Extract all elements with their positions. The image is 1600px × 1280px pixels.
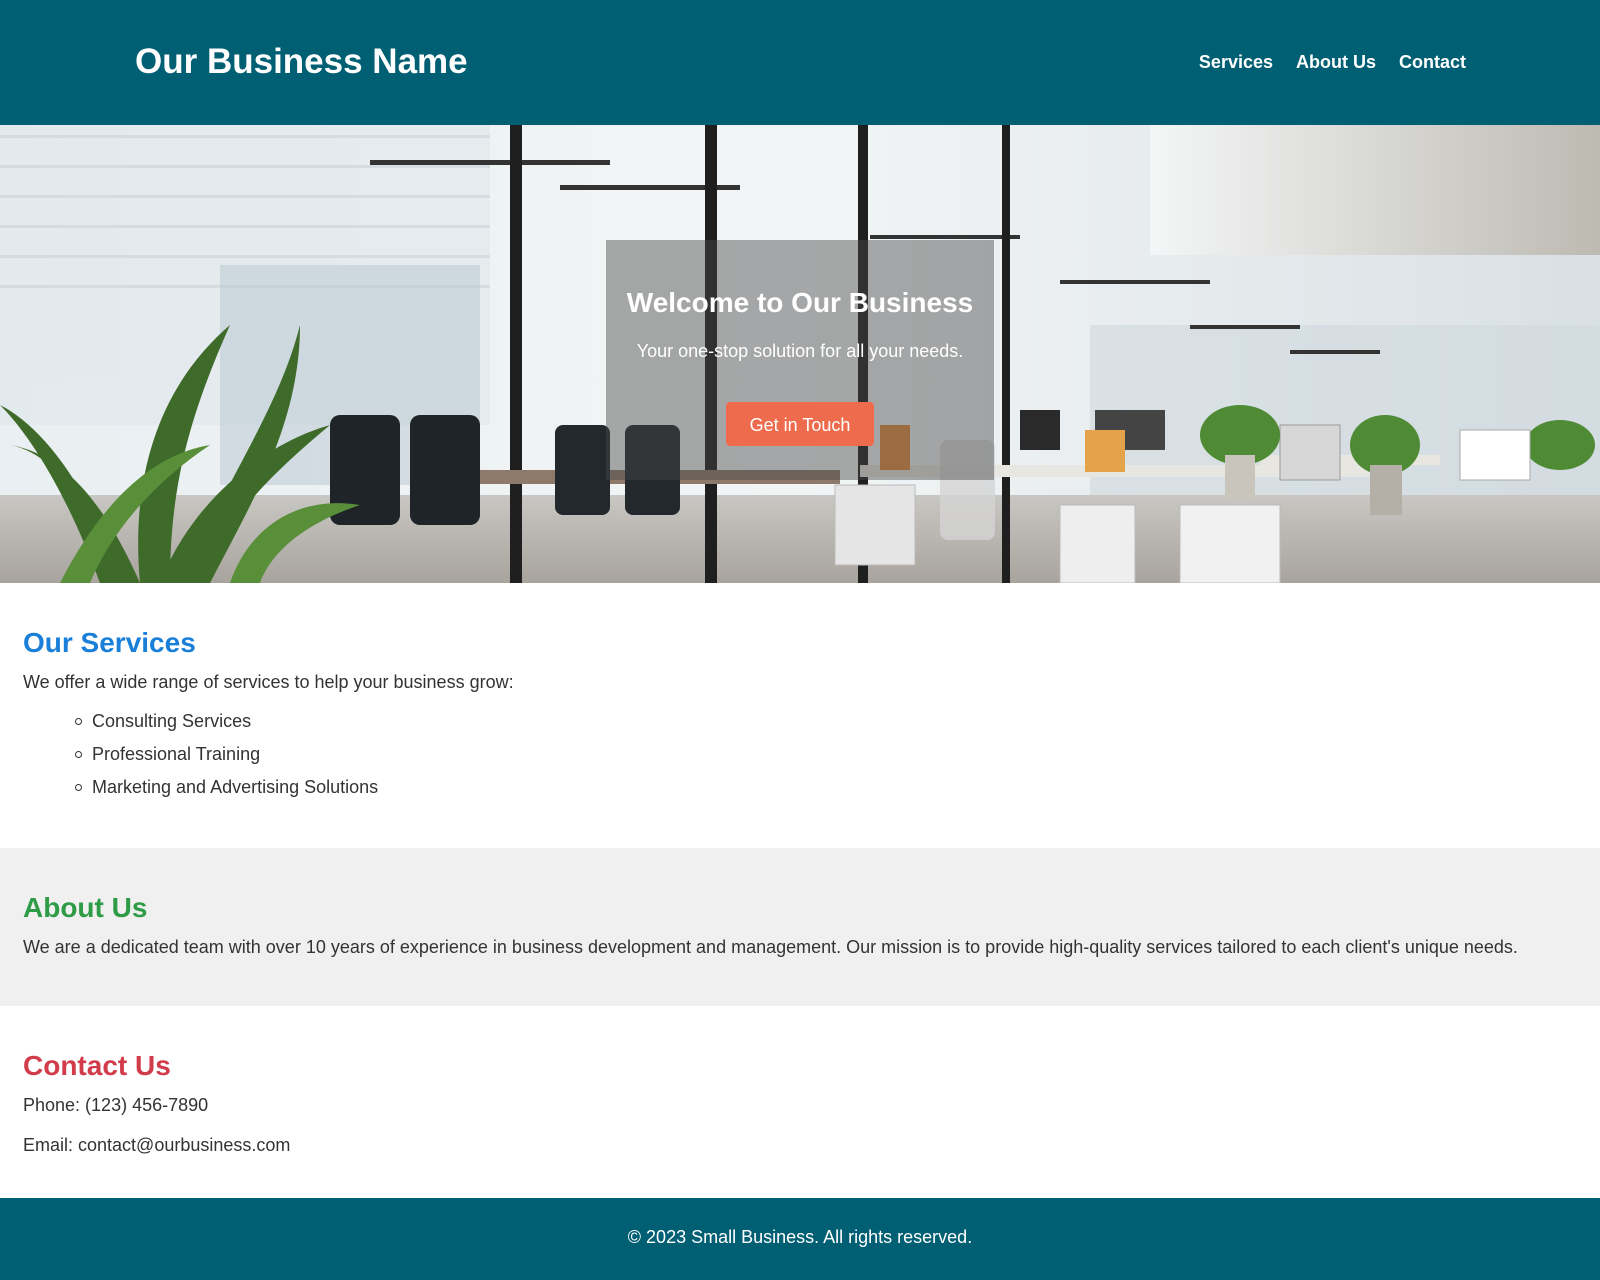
site-footer: © 2023 Small Business. All rights reserv… — [0, 1198, 1600, 1280]
about-text: We are a dedicated team with over 10 yea… — [23, 937, 1518, 957]
service-item-label: Professional Training — [92, 744, 261, 764]
circle-bullet-icon — [75, 751, 82, 758]
circle-bullet-icon — [75, 718, 82, 725]
hero-title: Welcome to Our Business — [626, 287, 974, 318]
services-heading: Our Services — [23, 627, 196, 658]
hero-section: Welcome to Our Business Your one-stop so… — [0, 125, 1600, 583]
footer-copyright: © 2023 Small Business. All rights reserv… — [627, 1227, 973, 1247]
list-item: Consulting Services — [75, 709, 378, 742]
contact-heading: Contact Us — [23, 1050, 171, 1081]
about-section: About Us We are a dedicated team with ov… — [0, 848, 1600, 1006]
about-heading: About Us — [23, 892, 148, 923]
services-section: Our Services We offer a wide range of se… — [0, 583, 1600, 848]
site-header: Our Business Name Services About Us Cont… — [0, 0, 1600, 125]
hero-subtitle: Your one-stop solution for all your need… — [636, 341, 964, 361]
contact-phone: Phone: (123) 456-7890 — [23, 1095, 209, 1115]
list-item: Marketing and Advertising Solutions — [75, 775, 379, 808]
main-nav: Services About Us Contact — [1199, 48, 1466, 76]
contact-email: Email: contact@ourbusiness.com — [23, 1135, 291, 1155]
site-title: Our Business Name — [135, 42, 468, 81]
services-list: Consulting Services Professional Trainin… — [75, 709, 379, 808]
services-intro: We offer a wide range of services to hel… — [23, 672, 514, 692]
contact-section: Contact Us Phone: (123) 456-7890 Email: … — [0, 1006, 1600, 1198]
service-item-label: Consulting Services — [92, 711, 252, 731]
list-item: Professional Training — [75, 742, 378, 775]
nav-link-about[interactable]: About Us — [1296, 48, 1376, 76]
get-in-touch-button[interactable]: Get in Touch — [726, 402, 874, 446]
nav-link-services[interactable]: Services — [1199, 48, 1273, 76]
service-item-label: Marketing and Advertising Solutions — [92, 777, 379, 797]
circle-bullet-icon — [75, 784, 82, 791]
nav-link-contact[interactable]: Contact — [1399, 48, 1466, 76]
